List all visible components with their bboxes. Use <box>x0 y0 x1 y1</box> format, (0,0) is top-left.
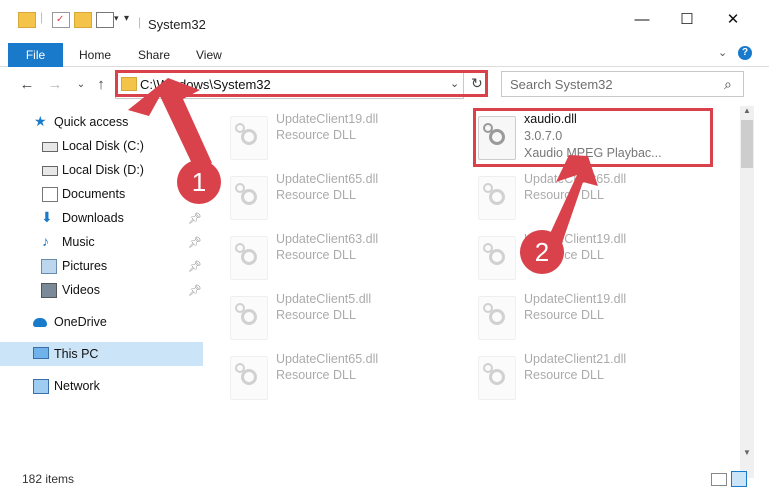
large-icons-view-icon[interactable] <box>731 471 747 487</box>
annotation-arrows <box>128 78 598 243</box>
details-view-icon[interactable] <box>711 473 727 486</box>
step-marker-2: 2 <box>520 230 564 274</box>
step-marker-1: 1 <box>177 160 221 204</box>
status-item-count: 182 items <box>22 472 75 486</box>
